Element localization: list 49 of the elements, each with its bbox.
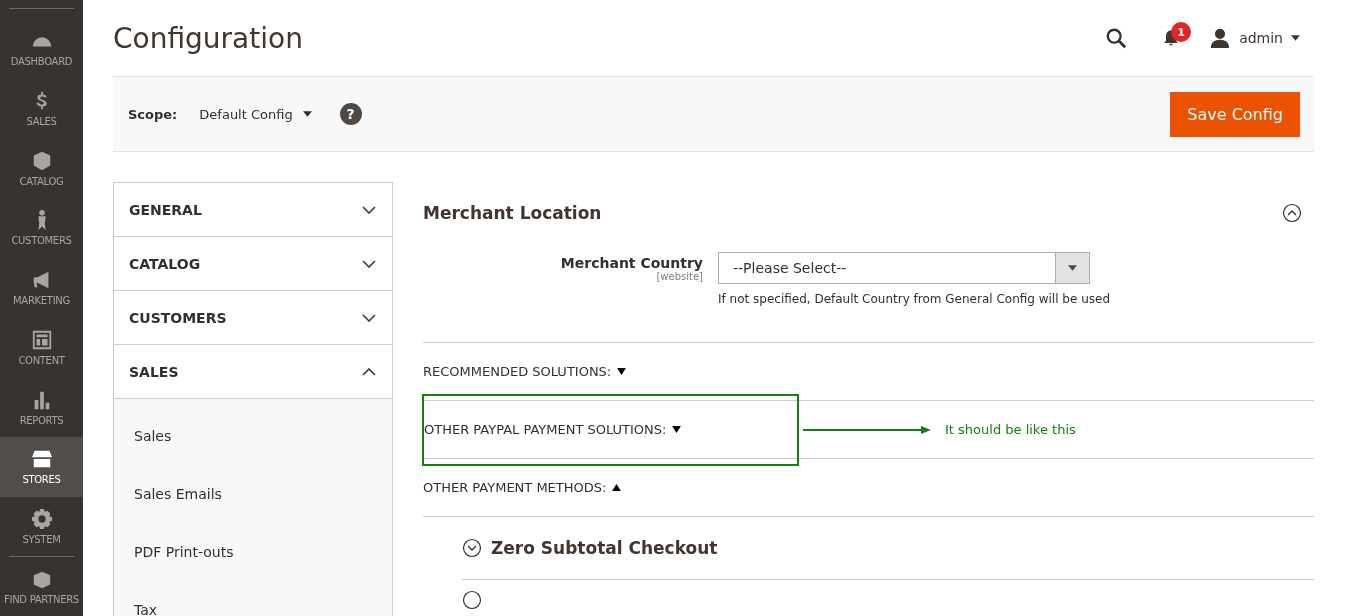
scope-dropdown[interactable]: Default Config	[199, 106, 312, 122]
config-subtab[interactable]: Sales	[114, 407, 392, 465]
save-config-button[interactable]: Save Config	[1170, 91, 1300, 137]
user-menu[interactable]: admin	[1239, 30, 1300, 46]
country-select[interactable]: --Please Select--	[718, 252, 1090, 284]
annotation-text: It should be like this	[945, 422, 1076, 437]
nav-item[interactable]: CONTENT	[0, 317, 83, 378]
field-label: Merchant Country	[560, 255, 703, 271]
notification-count: 1	[1171, 22, 1192, 42]
section-title: Merchant Location	[423, 203, 602, 223]
nav-item[interactable]: SALES	[0, 78, 83, 139]
chevron-icon	[362, 313, 376, 322]
config-subtab[interactable]: Tax	[114, 581, 392, 616]
scope-note: [website]	[656, 271, 703, 282]
chevron-icon	[362, 259, 376, 268]
section-toggle[interactable]: OTHER PAYMENT METHODS:	[423, 480, 622, 495]
expand-icon	[462, 590, 482, 610]
nav-item[interactable]: CATALOG	[0, 138, 83, 199]
chevron-icon	[362, 205, 376, 214]
nav-icon	[30, 507, 53, 530]
config-tab[interactable]: GENERAL	[114, 183, 392, 237]
config-subtab[interactable]: Sales Emails	[114, 465, 392, 523]
chevron-icon	[362, 367, 376, 376]
caret-icon	[1291, 35, 1300, 41]
nav-item[interactable]: SYSTEM	[0, 496, 83, 557]
nav-icon	[30, 328, 53, 351]
config-tab[interactable]: CUSTOMERS	[114, 291, 392, 345]
nav-item[interactable]: REPORTS	[0, 377, 83, 437]
field-note: If not specified, Default Country from General Config will be used	[718, 292, 1111, 306]
section-toggle[interactable]: RECOMMENDED SOLUTIONS:	[423, 364, 627, 379]
help-icon[interactable]: ?	[339, 103, 362, 125]
nav-item[interactable]: DASHBOARD	[0, 18, 83, 79]
search-icon[interactable]	[1105, 27, 1128, 49]
section-toggle[interactable]: OTHER PAYPAL PAYMENT SOLUTIONS:	[424, 422, 682, 437]
expand-icon	[462, 538, 482, 558]
collapse-icon[interactable]	[1282, 203, 1302, 223]
config-subtab[interactable]: PDF Print-outs	[114, 523, 392, 581]
nav-item[interactable]: CUSTOMERS	[0, 198, 83, 258]
scope-label: Scope:	[128, 106, 178, 122]
config-tab[interactable]: CATALOG	[114, 237, 392, 291]
nav-item[interactable]: STORES	[0, 436, 83, 497]
nav-item[interactable]: MARKETING	[0, 257, 83, 318]
user-icon	[1209, 27, 1232, 49]
config-tab[interactable]: SALES	[114, 345, 392, 399]
caret-icon	[1068, 265, 1077, 271]
page-title: Configuration	[113, 21, 303, 55]
caret-icon	[302, 111, 312, 117]
payment-method-toggle[interactable]: Zero Subtotal Checkout	[462, 538, 718, 558]
nav-item[interactable]: FIND PARTNERS	[0, 556, 83, 616]
